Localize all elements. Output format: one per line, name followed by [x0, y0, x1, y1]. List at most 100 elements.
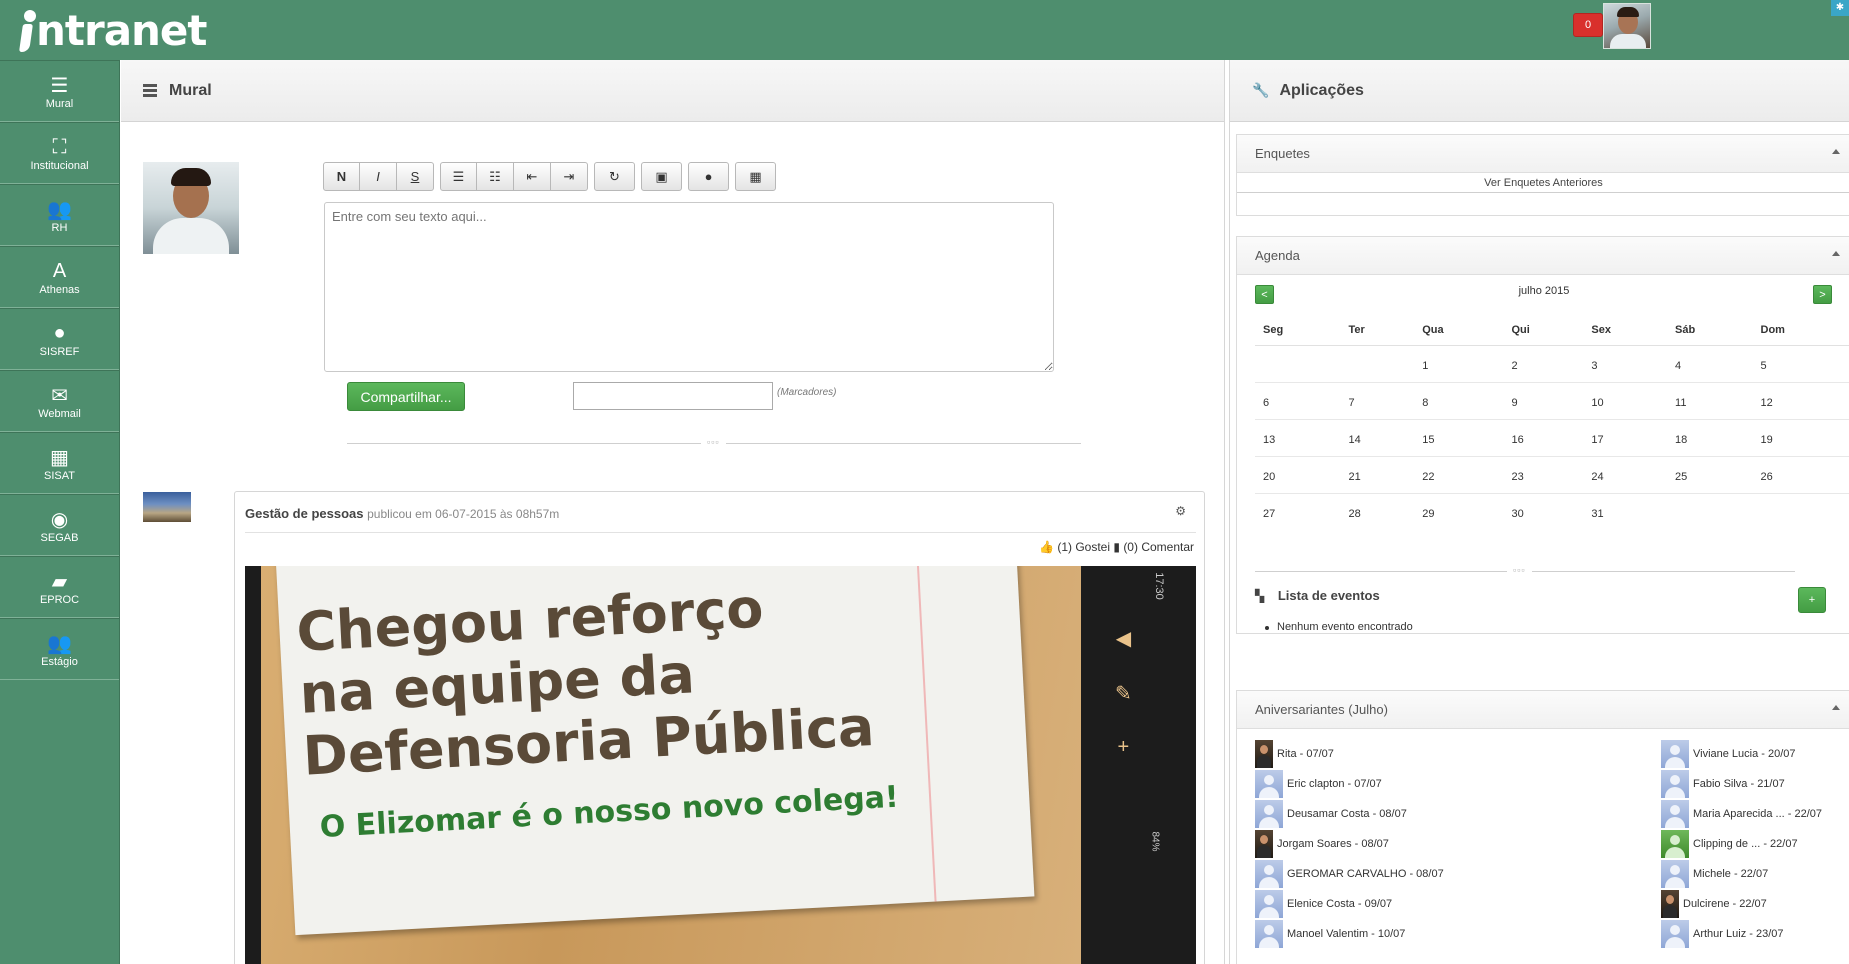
bullet-list-button[interactable]: ☰ [440, 162, 477, 191]
outdent-button[interactable]: ⇤ [514, 162, 551, 191]
birthday-item[interactable]: Fabio Silva - 21/07 [1661, 769, 1822, 799]
sidebar-item-label: Athenas [39, 284, 80, 296]
sidebar-item-segab[interactable]: ◉ SEGAB [0, 494, 119, 556]
calendar-day[interactable]: 20 [1255, 456, 1341, 494]
agenda-title[interactable]: Agenda [1237, 237, 1849, 275]
birthday-item[interactable]: Jorgam Soares - 08/07 [1255, 829, 1444, 859]
calendar-day[interactable]: 11 [1667, 382, 1753, 420]
calendar-day[interactable]: 28 [1341, 493, 1415, 530]
calendar-day[interactable]: 15 [1414, 419, 1504, 457]
post-actions: 👍 (1) Gostei ▮ (0) Comentar [1039, 540, 1194, 554]
prev-month-button[interactable]: < [1255, 285, 1274, 304]
calendar-day[interactable]: 25 [1667, 456, 1753, 494]
calendar-day[interactable]: 23 [1503, 456, 1584, 494]
collapse-icon[interactable] [1832, 705, 1840, 710]
calendar-day[interactable]: 27 [1255, 493, 1341, 530]
sidebar-item-athenas[interactable]: A Athenas [0, 246, 119, 308]
next-month-button[interactable]: > [1813, 285, 1832, 304]
calendar-day[interactable]: 1 [1414, 345, 1504, 383]
birthday-item[interactable]: Deusamar Costa - 08/07 [1255, 799, 1444, 829]
sidebar-item-mural[interactable]: ☰ Mural [0, 60, 119, 122]
indent-button[interactable]: ⇥ [551, 162, 588, 191]
calendar-day[interactable]: 30 [1503, 493, 1583, 530]
intranet-logo[interactable]: ntranet [18, 4, 207, 56]
calendar-day[interactable]: 18 [1667, 419, 1753, 457]
post-image[interactable]: Chegou reforço na equipe da Defensoria P… [245, 566, 1196, 964]
birthday-item[interactable]: Maria Aparecida ... - 22/07 [1661, 799, 1822, 829]
calendar-day[interactable]: 17 [1583, 419, 1668, 457]
birthday-item[interactable]: GEROMAR CARVALHO - 08/07 [1255, 859, 1444, 889]
calendar-day[interactable]: 2 [1503, 345, 1584, 383]
sidebar: ☰ Mural ⛶ Institucional 👥 RH A Athenas ● SISREF ✉ W… [0, 60, 120, 964]
calendar-day[interactable]: 9 [1503, 382, 1584, 420]
image-button[interactable]: ▣ [641, 162, 682, 191]
tags-label: (Marcadores) [777, 387, 837, 398]
italic-button[interactable]: I [360, 162, 397, 191]
collapse-icon[interactable] [1832, 251, 1840, 256]
birthday-item[interactable]: Clipping de ... - 22/07 [1661, 829, 1822, 859]
calendar-day[interactable]: 21 [1340, 456, 1415, 494]
sidebar-item-institucional[interactable]: ⛶ Institucional [0, 122, 119, 184]
calendar-day[interactable]: 24 [1583, 456, 1668, 494]
birthday-item[interactable]: Arthur Luiz - 23/07 [1661, 919, 1822, 949]
birthday-avatar [1661, 800, 1689, 828]
birthday-item[interactable]: Manoel Valentim - 10/07 [1255, 919, 1444, 949]
comment-link[interactable]: (0) Comentar [1123, 540, 1194, 554]
collapse-icon[interactable] [1832, 149, 1840, 154]
calendar-day[interactable]: 19 [1752, 419, 1849, 457]
link-button[interactable]: ↻ [594, 162, 635, 191]
calendar-day[interactable]: 29 [1414, 493, 1503, 530]
birthday-item[interactable]: Elenice Costa - 09/07 [1255, 889, 1444, 919]
calendar-day[interactable]: 31 [1583, 493, 1667, 530]
strikethrough-button[interactable]: S [397, 162, 434, 191]
post-textarea[interactable] [324, 202, 1054, 372]
calendar-day[interactable]: 3 [1583, 345, 1668, 383]
calendar-day[interactable]: 4 [1667, 345, 1753, 383]
birthday-item[interactable]: Michele - 22/07 [1661, 859, 1822, 889]
mention-button[interactable]: ● [688, 162, 729, 191]
notification-badge[interactable]: 0 [1573, 13, 1603, 37]
user-avatar[interactable] [1603, 3, 1651, 49]
sidebar-item-estagio[interactable]: 👥 Estágio [0, 618, 119, 680]
comment-icon[interactable]: ▮ [1113, 540, 1120, 554]
calendar-day[interactable]: 16 [1503, 419, 1584, 457]
calendar-day [1255, 345, 1341, 383]
calendar-day[interactable]: 13 [1255, 419, 1341, 457]
like-link[interactable]: (1) Gostei [1057, 540, 1110, 554]
page-title: Mural [169, 81, 212, 99]
calendar-day[interactable]: 8 [1414, 382, 1504, 420]
numbered-list-button[interactable]: ☷ [477, 162, 514, 191]
sidebar-item-webmail[interactable]: ✉ Webmail [0, 370, 119, 432]
add-event-button[interactable]: + [1798, 587, 1826, 613]
birthdays-title[interactable]: Aniversariantes (Julho) [1237, 691, 1849, 729]
post-author[interactable]: Gestão de pessoas [245, 506, 364, 521]
calendar-day[interactable]: 5 [1752, 345, 1849, 383]
calendar-day[interactable]: 14 [1340, 419, 1415, 457]
enquetes-title[interactable]: Enquetes [1237, 135, 1849, 173]
calendar-day[interactable]: 6 [1255, 382, 1341, 420]
birthday-item[interactable]: Viviane Lucia - 20/07 [1661, 739, 1822, 769]
date-button[interactable]: ▦ [735, 162, 776, 191]
sidebar-item-eproc[interactable]: ▰ EPROC [0, 556, 119, 618]
group-icon: 👥 [47, 632, 72, 655]
birthday-item[interactable]: Rita - 07/07 [1255, 739, 1444, 769]
post-author-avatar[interactable] [143, 492, 191, 522]
sidebar-item-sisref[interactable]: ● SISREF [0, 308, 119, 370]
calendar-day[interactable]: 22 [1414, 456, 1504, 494]
calendar-day[interactable]: 10 [1583, 382, 1668, 420]
thumbs-up-icon[interactable]: 👍 [1039, 540, 1054, 554]
tags-input[interactable] [573, 382, 773, 410]
bold-button[interactable]: N [323, 162, 360, 191]
ver-enquetes-link[interactable]: Ver Enquetes Anteriores [1237, 173, 1849, 193]
mural-header: Mural [121, 60, 1224, 122]
birthday-item[interactable]: Dulcirene - 22/07 [1661, 889, 1822, 919]
sidebar-item-rh[interactable]: 👥 RH [0, 184, 119, 246]
calendar-day[interactable]: 7 [1340, 382, 1415, 420]
calendar-day[interactable]: 12 [1752, 382, 1849, 420]
share-button[interactable]: Compartilhar... [347, 382, 465, 411]
post-settings-icon[interactable]: ⚙ [1175, 504, 1186, 518]
sidebar-item-sisat[interactable]: ▦ SISAT [0, 432, 119, 494]
gear-icon[interactable]: ✱ [1831, 0, 1849, 16]
birthday-item[interactable]: Eric clapton - 07/07 [1255, 769, 1444, 799]
calendar-day[interactable]: 26 [1752, 456, 1849, 494]
